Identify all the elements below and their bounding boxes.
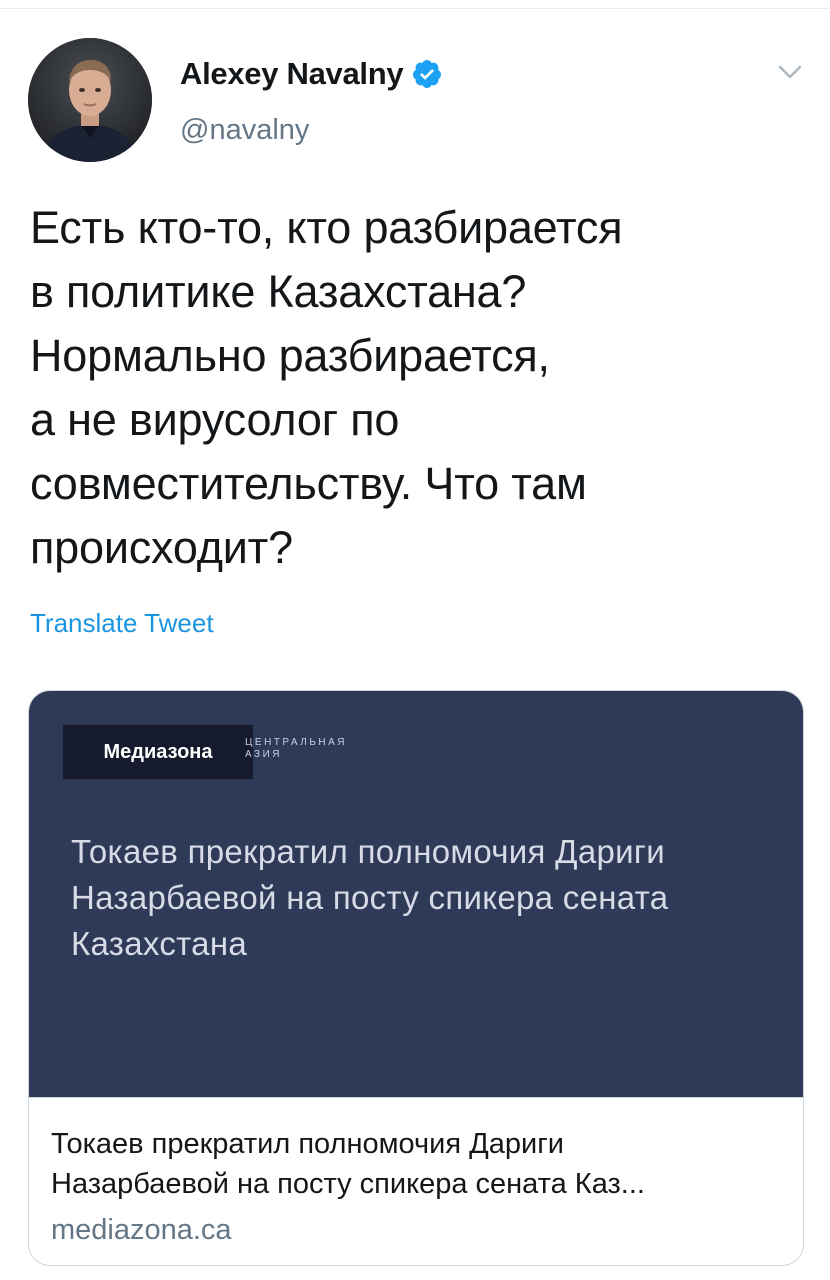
brand-subtitle: ЦЕНТРАЛЬНАЯ АЗИЯ: [245, 737, 348, 760]
brand-name: Медиазона: [103, 740, 213, 763]
author-handle[interactable]: @navalny: [180, 114, 309, 147]
chevron-down-icon[interactable]: [776, 58, 804, 86]
brand-logo: Медиазона: [63, 725, 253, 779]
link-preview-card[interactable]: Медиазона ЦЕНТРАЛЬНАЯ АЗИЯ Токаев прекра…: [28, 690, 804, 1266]
image-headline: Токаев прекратил полномочия Дариги Назар…: [71, 833, 669, 962]
top-divider: [0, 8, 830, 9]
avatar[interactable]: [28, 38, 152, 162]
card-image[interactable]: Медиазона ЦЕНТРАЛЬНАЯ АЗИЯ Токаев прекра…: [29, 691, 803, 1097]
author-name-row[interactable]: Alexey Navalny: [180, 54, 443, 94]
card-domain: mediazona.ca: [51, 1214, 232, 1246]
tweet-text: Есть кто-то, кто разбирается в политике …: [30, 202, 623, 573]
card-text-area[interactable]: Токаев прекратил полномочия Дариги Назар…: [29, 1097, 803, 1265]
card-title: Токаев прекратил полномочия Дариги Назар…: [51, 1128, 645, 1200]
translate-tweet-link[interactable]: Translate Tweet: [30, 608, 214, 639]
avatar-photo: [28, 38, 152, 162]
verified-badge-icon: [411, 58, 443, 90]
author-name[interactable]: Alexey Navalny: [180, 56, 404, 92]
